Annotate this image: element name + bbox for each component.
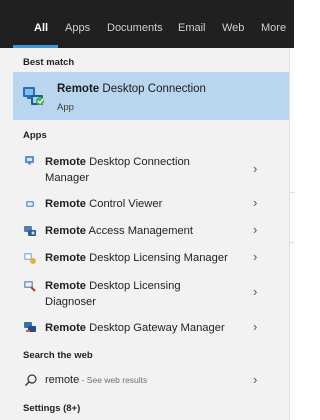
app-result-label-rest: Desktop Gateway Manager bbox=[86, 322, 225, 334]
remote-desktop-connection-icon bbox=[23, 87, 44, 105]
best-match-heading: Best match bbox=[23, 57, 75, 68]
web-search-query: remote bbox=[45, 374, 80, 386]
app-result-label-line2: Manager bbox=[45, 172, 90, 184]
app-result-label: Remote Desktop Connection Manager bbox=[45, 154, 190, 186]
app-result-label: Remote Access Management bbox=[45, 223, 193, 239]
tab-documents[interactable]: Documents bbox=[107, 0, 163, 48]
best-match-result[interactable] bbox=[13, 72, 289, 120]
chevron-right-icon[interactable]: › bbox=[253, 222, 257, 237]
app-result-label-rest: Access Management bbox=[86, 225, 193, 237]
search-web-heading: Search the web bbox=[23, 350, 93, 361]
best-match-title-rest: Desktop Connection bbox=[99, 83, 206, 95]
match-highlight: Remote bbox=[57, 83, 100, 95]
search-icon bbox=[25, 374, 37, 386]
tab-email[interactable]: Email bbox=[178, 0, 206, 48]
match-highlight: Remote bbox=[45, 225, 87, 237]
rdcman-icon bbox=[25, 156, 34, 165]
preview-divider bbox=[290, 192, 295, 193]
access-management-icon bbox=[24, 226, 36, 236]
match-highlight: Remote bbox=[45, 322, 87, 334]
tab-all[interactable]: All bbox=[34, 0, 48, 48]
licensing-diagnoser-icon bbox=[24, 281, 36, 292]
app-result-label-line2: Diagnoser bbox=[45, 296, 96, 308]
app-result-label-rest: Desktop Connection bbox=[86, 156, 190, 168]
match-highlight: Remote bbox=[45, 198, 87, 210]
tab-web[interactable]: Web bbox=[222, 0, 244, 48]
control-viewer-icon bbox=[26, 201, 34, 207]
tab-more[interactable]: More bbox=[261, 0, 286, 48]
gateway-manager-icon bbox=[24, 322, 36, 332]
chevron-right-icon[interactable]: › bbox=[253, 284, 257, 299]
best-match-title: Remote Desktop Connection bbox=[57, 83, 206, 95]
app-result-label-rest: Control Viewer bbox=[86, 198, 163, 210]
app-result-label: Remote Desktop Licensing Manager bbox=[45, 250, 228, 266]
chevron-right-icon[interactable]: › bbox=[253, 372, 257, 387]
match-highlight: Remote bbox=[45, 280, 87, 292]
chevron-right-icon[interactable]: › bbox=[253, 249, 257, 264]
app-result-label: Remote Control Viewer bbox=[45, 196, 162, 212]
apps-heading: Apps bbox=[23, 130, 47, 141]
preview-pane-edge bbox=[289, 48, 295, 420]
preview-divider bbox=[290, 242, 295, 243]
web-search-label: remote - See web results bbox=[45, 374, 147, 386]
web-search-note: - See web results bbox=[79, 375, 148, 385]
app-result-label: Remote Desktop Licensing Diagnoser bbox=[45, 278, 181, 310]
best-match-type: App bbox=[57, 102, 74, 113]
match-highlight: Remote bbox=[45, 156, 87, 168]
app-result-label: Remote Desktop Gateway Manager bbox=[45, 320, 225, 336]
licensing-manager-icon bbox=[24, 253, 36, 264]
search-tab-bar: All Apps Documents Email Web More bbox=[0, 0, 294, 48]
tab-apps[interactable]: Apps bbox=[65, 0, 90, 48]
app-result-label-rest: Desktop Licensing bbox=[86, 280, 181, 292]
chevron-right-icon[interactable]: › bbox=[253, 161, 257, 176]
chevron-right-icon[interactable]: › bbox=[253, 319, 257, 334]
match-highlight: Remote bbox=[45, 252, 87, 264]
app-result-label-rest: Desktop Licensing Manager bbox=[86, 252, 228, 264]
chevron-right-icon[interactable]: › bbox=[253, 195, 257, 210]
settings-heading: Settings (8+) bbox=[23, 403, 81, 414]
